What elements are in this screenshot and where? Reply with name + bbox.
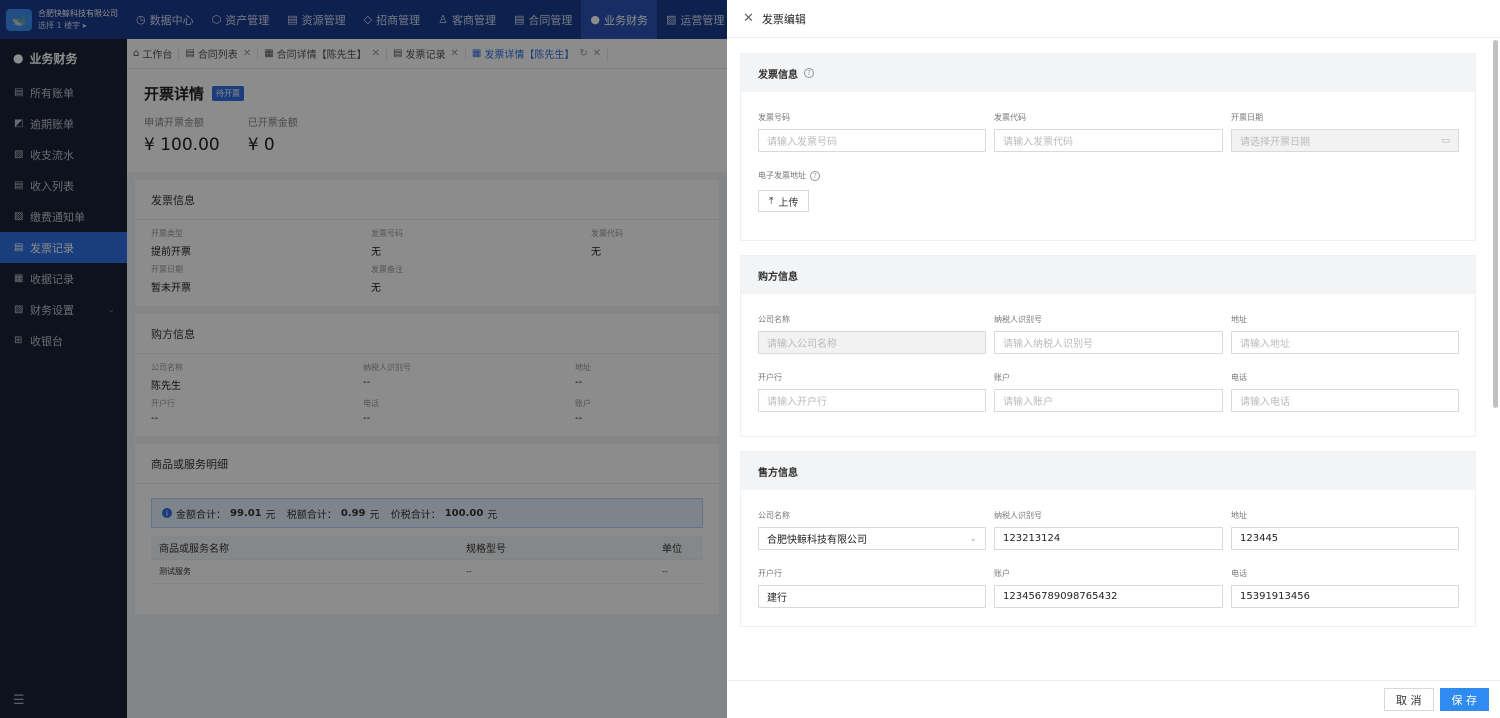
field-label: 电话 bbox=[1231, 569, 1247, 578]
buyer-tax-id-input[interactable]: 请输入纳税人识别号 bbox=[994, 331, 1223, 354]
field-label: 发票号码 bbox=[758, 113, 790, 122]
seller-account-input[interactable]: 123456789098765432 bbox=[994, 585, 1223, 608]
modal-overlay[interactable] bbox=[0, 0, 727, 718]
field-label: 开户行 bbox=[758, 373, 782, 382]
upload-icon: ⤒ bbox=[769, 195, 774, 207]
seller-phone-input[interactable]: 15391913456 bbox=[1231, 585, 1459, 608]
buyer-company-input[interactable]: 请输入公司名称 bbox=[758, 331, 986, 354]
invoice-info-section: 发票信息? 发票号码请输入发票号码 发票代码请输入发票代码 开票日期请选择开票日… bbox=[740, 53, 1476, 241]
buyer-account-input[interactable]: 请输入账户 bbox=[994, 389, 1223, 412]
field-label: 地址 bbox=[1231, 315, 1247, 324]
invoice-edit-drawer: ✕ 发票编辑 发票信息? 发票号码请输入发票号码 发票代码请输入发票代码 开票日… bbox=[727, 0, 1500, 718]
invoice-date-picker[interactable]: 请选择开票日期 ▭ bbox=[1231, 129, 1459, 152]
calendar-icon: ▭ bbox=[1441, 135, 1450, 146]
buyer-bank-input[interactable]: 请输入开户行 bbox=[758, 389, 986, 412]
save-button[interactable]: 保 存 bbox=[1439, 688, 1489, 711]
drawer-title: 发票编辑 bbox=[761, 12, 806, 26]
invoice-code-input[interactable]: 请输入发票代码 bbox=[994, 129, 1223, 152]
field-label: 地址 bbox=[1231, 511, 1247, 520]
help-icon[interactable]: ? bbox=[804, 68, 814, 78]
field-label: 电子发票地址 bbox=[758, 171, 806, 180]
help-icon[interactable]: ? bbox=[810, 170, 820, 181]
buyer-address-input[interactable]: 请输入地址 bbox=[1231, 331, 1459, 354]
field-label: 纳税人识别号 bbox=[994, 511, 1042, 520]
section-title: 发票信息 bbox=[758, 69, 798, 81]
cancel-button[interactable]: 取 消 bbox=[1384, 688, 1434, 711]
chevron-down-icon: ⌄ bbox=[969, 533, 977, 544]
invoice-number-input[interactable]: 请输入发票号码 bbox=[758, 129, 986, 152]
drawer-scrollbar[interactable] bbox=[1493, 40, 1498, 408]
field-label: 账户 bbox=[994, 373, 1010, 382]
field-label: 公司名称 bbox=[758, 511, 790, 520]
seller-company-select[interactable]: 合肥快鲸科技有限公司 ⌄ bbox=[758, 527, 986, 550]
field-label: 开户行 bbox=[758, 569, 782, 578]
field-label: 公司名称 bbox=[758, 315, 790, 324]
field-label: 电话 bbox=[1231, 373, 1247, 382]
field-label: 账户 bbox=[994, 569, 1010, 578]
buyer-info-section: 购方信息 公司名称请输入公司名称 纳税人识别号请输入纳税人识别号 地址请输入地址… bbox=[740, 255, 1476, 437]
field-label: 发票代码 bbox=[994, 113, 1026, 122]
upload-button[interactable]: ⤒ 上传 bbox=[758, 190, 810, 212]
seller-bank-input[interactable]: 建行 bbox=[758, 585, 986, 608]
field-label: 纳税人识别号 bbox=[994, 315, 1042, 324]
buyer-phone-input[interactable]: 请输入电话 bbox=[1231, 389, 1459, 412]
section-title: 售方信息 bbox=[758, 467, 798, 479]
close-icon[interactable]: ✕ bbox=[743, 11, 754, 26]
seller-address-input[interactable]: 123445 bbox=[1231, 527, 1459, 550]
seller-tax-id-input[interactable]: 123213124 bbox=[994, 527, 1223, 550]
section-title: 购方信息 bbox=[758, 271, 798, 283]
field-label: 开票日期 bbox=[1231, 113, 1263, 122]
seller-info-section: 售方信息 公司名称合肥快鲸科技有限公司 ⌄ 纳税人识别号 123213124 地址 1… bbox=[740, 451, 1476, 627]
